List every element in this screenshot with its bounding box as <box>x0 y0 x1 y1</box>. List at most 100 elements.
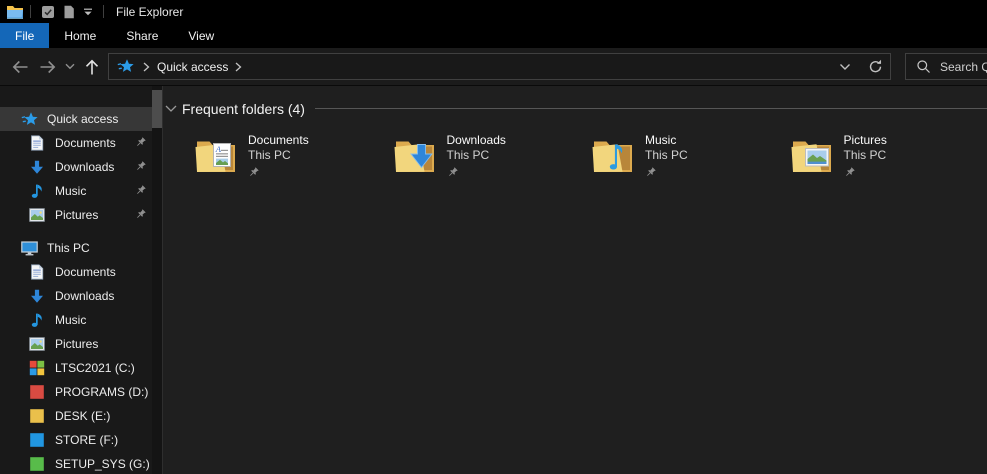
pin-icon <box>135 209 146 220</box>
picture-icon <box>28 208 46 222</box>
sidebar-item-label: Music <box>55 313 86 327</box>
tile-info: MusicThis PC <box>645 132 688 183</box>
chevron-right-icon <box>143 62 150 72</box>
sidebar-item-label: STORE (F:) <box>55 433 118 447</box>
forward-button[interactable] <box>34 53 62 81</box>
properties-button[interactable] <box>37 5 59 19</box>
download-arrow-icon <box>28 160 46 175</box>
new-folder-button[interactable] <box>59 5 79 19</box>
sidebar-item-quick-access[interactable]: Quick access <box>0 107 152 131</box>
navigation-pane: Quick access Documents Downloads Music Pictu… <box>0 86 152 474</box>
tile-location: This PC <box>248 148 309 163</box>
customize-quick-access-toolbar-button[interactable] <box>79 8 97 16</box>
search-input[interactable]: Search Quick access <box>905 53 987 80</box>
sidebar-item-this-pc-programs-d[interactable]: PROGRAMS (D:) <box>0 380 152 404</box>
sidebar-item-label: Documents <box>55 265 116 279</box>
quick-access-star-icon <box>20 111 38 128</box>
frequent-folders-tiles: ADocumentsThis PCDownloadsThis PCMusicTh… <box>193 132 987 183</box>
folder-downloads-icon <box>392 132 438 178</box>
sidebar-item-label: Downloads <box>55 289 114 303</box>
drive-green-icon <box>28 456 46 472</box>
pin-icon <box>844 167 855 178</box>
tile-name: Documents <box>248 133 309 148</box>
pin-icon <box>135 161 146 172</box>
music-note-icon <box>28 183 46 199</box>
sidebar-item-this-pc[interactable]: This PC <box>0 236 152 260</box>
back-button[interactable] <box>6 53 34 81</box>
recent-locations-button[interactable] <box>62 53 78 81</box>
sidebar-item-this-pc-ltsc2021-c[interactable]: LTSC2021 (C:) <box>0 356 152 380</box>
collapse-group-chevron-icon[interactable] <box>165 105 177 112</box>
search-placeholder: Search Quick access <box>940 60 987 74</box>
up-button[interactable] <box>78 53 106 81</box>
sidebar-item-label: SETUP_SYS (G:) <box>55 457 150 471</box>
pin-icon <box>645 167 656 178</box>
tab-share[interactable]: Share <box>111 23 173 48</box>
drive-red-icon <box>28 384 46 400</box>
group-header-label: Frequent folders (4) <box>182 101 305 117</box>
sidebar-item-label: Quick access <box>47 112 118 126</box>
sidebar-item-label: Pictures <box>55 337 98 351</box>
address-bar-row: Quick access Search Quick access <box>0 48 987 86</box>
sidebar-item-this-pc-store-f[interactable]: STORE (F:) <box>0 428 152 452</box>
tile-location: This PC <box>645 148 688 163</box>
file-explorer-app-icon <box>6 4 24 19</box>
group-header: Frequent folders (4) <box>165 99 987 118</box>
sidebar-item-this-pc-music[interactable]: Music <box>0 308 152 332</box>
sidebar-item-label: Downloads <box>55 160 114 174</box>
folder-music-icon <box>590 132 636 178</box>
pin-icon <box>135 185 146 196</box>
tile-name: Music <box>645 133 688 148</box>
frequent-folder-pictures[interactable]: PicturesThis PC <box>789 132 987 183</box>
sidebar-item-this-pc-desk-e[interactable]: DESK (E:) <box>0 404 152 428</box>
search-icon <box>916 59 931 74</box>
sidebar-item-this-pc-setup-sys-g[interactable]: SETUP_SYS (G:) <box>0 452 152 474</box>
pin-icon <box>135 137 146 148</box>
pin-icon <box>248 167 259 178</box>
tile-info: DownloadsThis PC <box>447 132 506 183</box>
address-dropdown-button[interactable] <box>830 54 860 79</box>
folder-documents-icon: A <box>193 132 239 178</box>
document-icon <box>28 264 46 280</box>
document-icon <box>28 135 46 151</box>
ribbon-tabs: FileHomeShareView <box>0 23 987 48</box>
tile-info: PicturesThis PC <box>844 132 887 183</box>
frequent-folder-music[interactable]: MusicThis PC <box>590 132 789 183</box>
music-note-icon <box>28 312 46 328</box>
sidebar-item-this-pc-documents[interactable]: Documents <box>0 260 152 284</box>
file-list-pane: Frequent folders (4) ADocumentsThis PCDo… <box>162 86 987 474</box>
sidebar-item-label: This PC <box>47 241 90 255</box>
sidebar-item-label: Documents <box>55 136 116 150</box>
download-arrow-icon <box>28 289 46 304</box>
breadcrumb: Quick access <box>117 58 249 75</box>
tab-view[interactable]: View <box>173 23 229 48</box>
group-header-divider <box>315 108 987 109</box>
breadcrumb-segment[interactable]: Quick access <box>157 60 228 74</box>
tile-info: DocumentsThis PC <box>248 132 309 183</box>
tab-file[interactable]: File <box>0 23 49 48</box>
drive-blue-icon <box>28 432 46 448</box>
drive-yellow-icon <box>28 408 46 424</box>
sidebar-item-quick-access-documents[interactable]: Documents <box>0 131 152 155</box>
monitor-icon <box>20 241 38 256</box>
frequent-folder-downloads[interactable]: DownloadsThis PC <box>392 132 591 183</box>
sidebar-item-this-pc-pictures[interactable]: Pictures <box>0 332 152 356</box>
windows-logo-icon <box>28 360 46 376</box>
sidebar-item-quick-access-pictures[interactable]: Pictures <box>0 203 152 227</box>
sidebar-item-label: Pictures <box>55 208 98 222</box>
frequent-folder-documents[interactable]: ADocumentsThis PC <box>193 132 392 183</box>
titlebar-separator <box>103 5 104 18</box>
refresh-button[interactable] <box>860 54 890 79</box>
file-explorer-window: File Explorer FileHomeShareView Quick ac… <box>0 0 987 474</box>
sidebar-item-quick-access-music[interactable]: Music <box>0 179 152 203</box>
sidebar-item-quick-access-downloads[interactable]: Downloads <box>0 155 152 179</box>
address-bar[interactable]: Quick access <box>108 53 891 80</box>
tab-home[interactable]: Home <box>49 23 111 48</box>
pin-icon <box>447 167 458 178</box>
sidebar-item-label: PROGRAMS (D:) <box>55 385 148 399</box>
sidebar-section-gap <box>0 227 152 236</box>
quick-access-star-icon <box>117 58 134 75</box>
scrollbar-thumb[interactable] <box>152 90 162 128</box>
sidebar-item-this-pc-downloads[interactable]: Downloads <box>0 284 152 308</box>
sidebar-scrollbar[interactable] <box>152 86 162 474</box>
